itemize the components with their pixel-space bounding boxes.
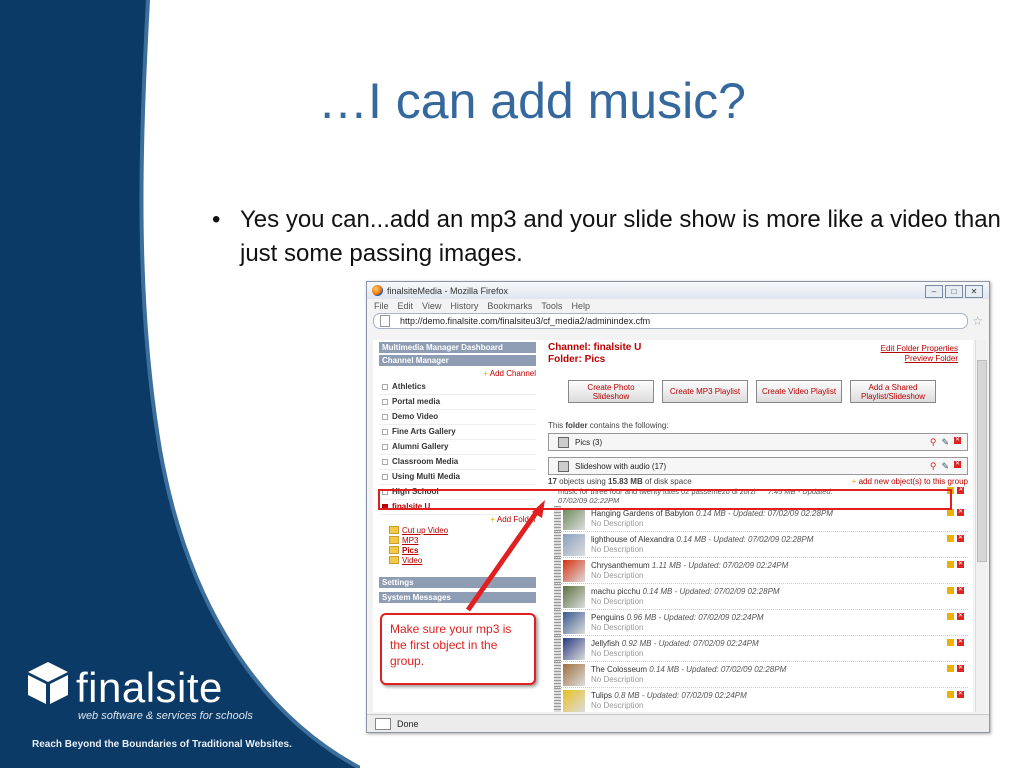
callout-note: Make sure your mp3 is the first object i… <box>380 613 536 685</box>
